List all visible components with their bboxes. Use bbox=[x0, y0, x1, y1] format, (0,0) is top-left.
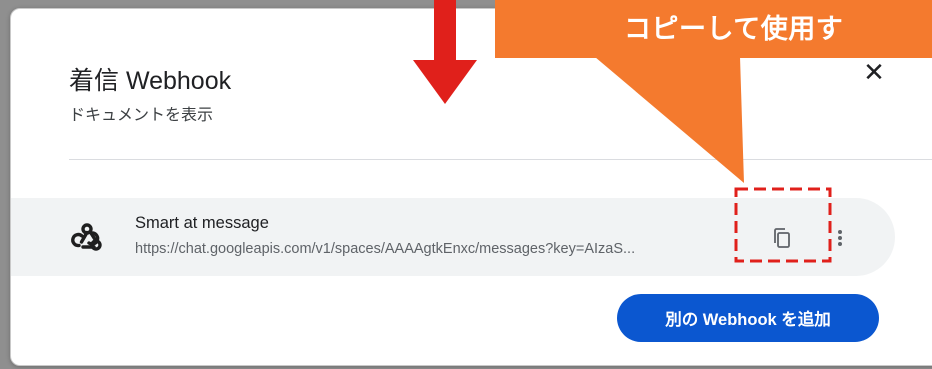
webhook-url: https://chat.googleapis.com/v1/spaces/AA… bbox=[135, 241, 636, 257]
add-webhook-button[interactable]: 別の Webhook を追加 bbox=[617, 294, 879, 342]
webhook-name: Smart at message bbox=[135, 214, 269, 232]
callout-text: コピーして使用す bbox=[624, 14, 844, 44]
webhook-list-item: Smart at message https://chat.googleapis… bbox=[11, 198, 895, 276]
copy-icon[interactable] bbox=[769, 225, 795, 251]
incoming-webhook-dialog: 着信 Webhook ドキュメントを表示 ✕ Smart at message … bbox=[10, 8, 932, 366]
dialog-title: 着信 Webhook bbox=[69, 67, 232, 95]
divider bbox=[69, 159, 932, 160]
more-vert-icon[interactable] bbox=[833, 225, 847, 251]
close-button[interactable]: ✕ bbox=[859, 57, 889, 87]
view-documentation-link[interactable]: ドキュメントを表示 bbox=[69, 101, 213, 125]
webhook-icon bbox=[71, 223, 102, 251]
